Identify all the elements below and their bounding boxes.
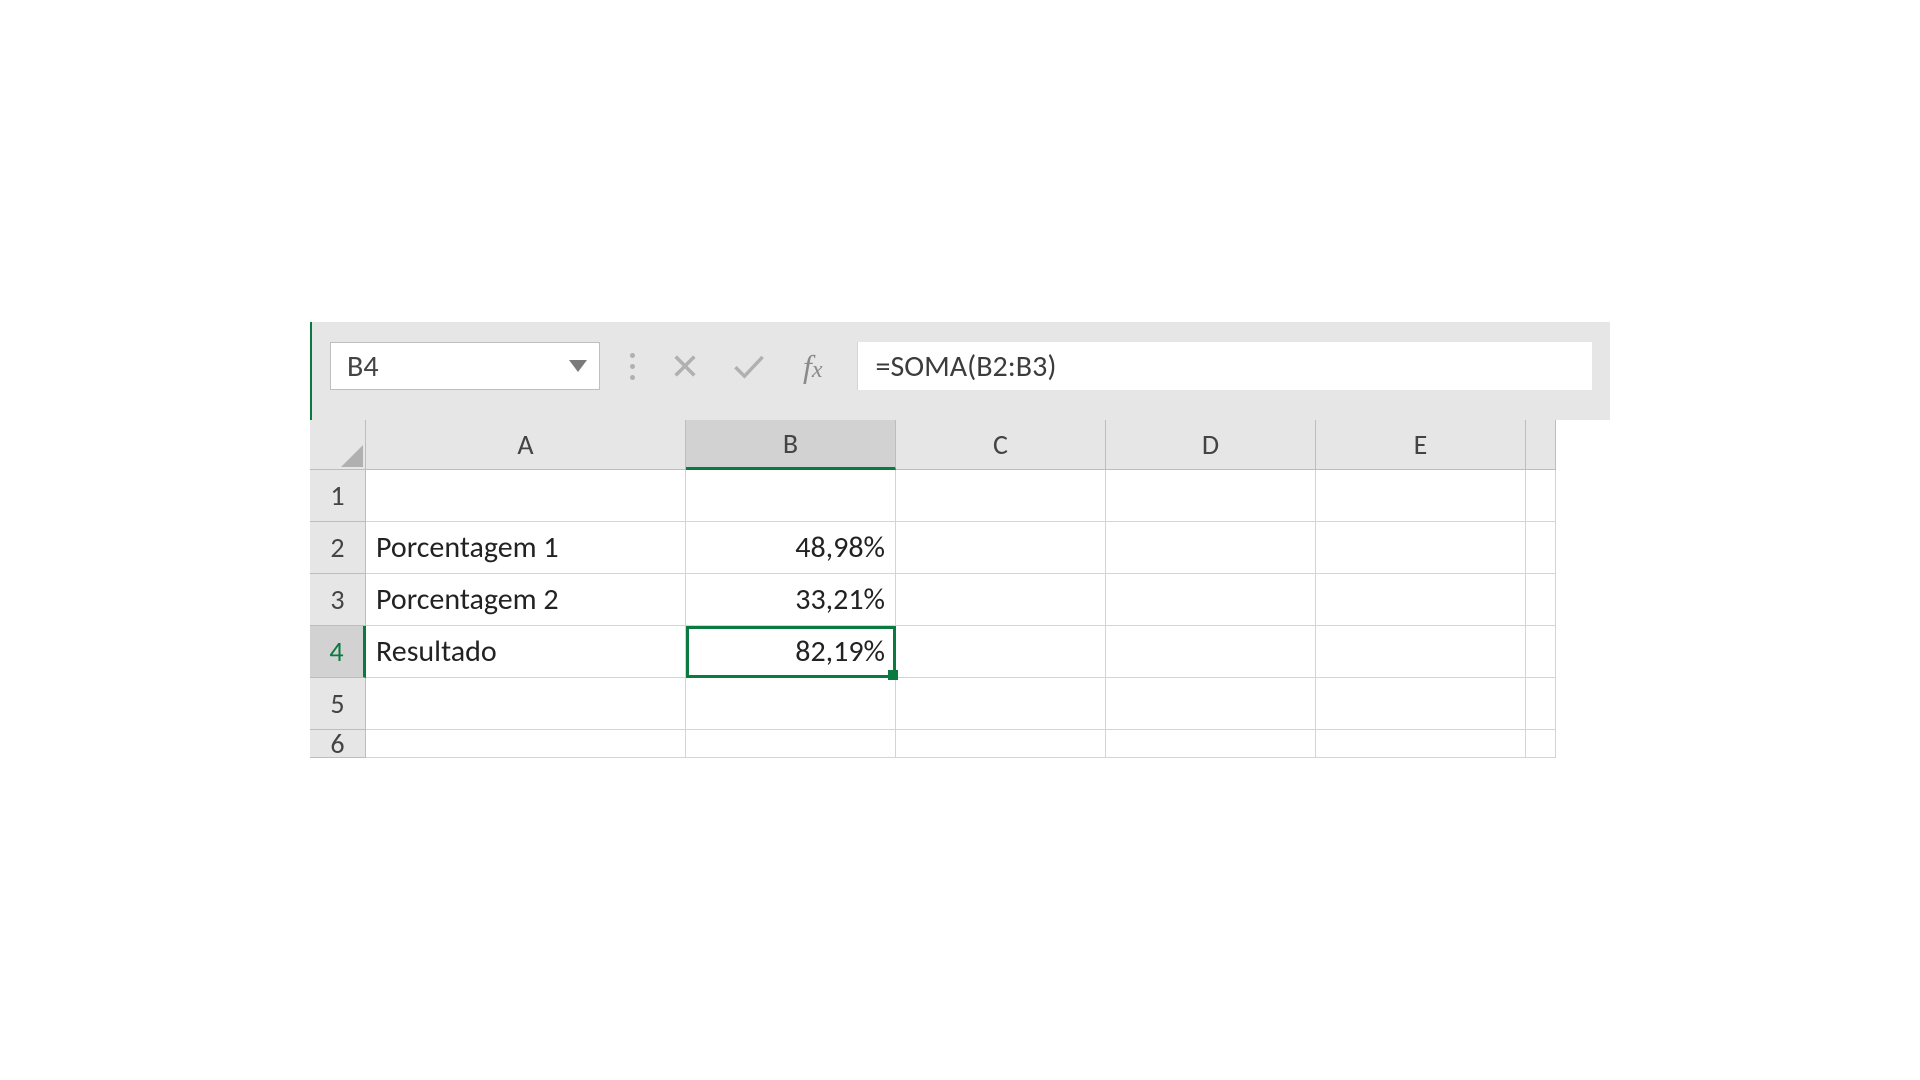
cell-a5[interactable] <box>366 678 686 730</box>
row-header-6[interactable]: 6 <box>310 730 366 758</box>
cell-b6[interactable] <box>686 730 896 758</box>
grid-row-5: 5 <box>310 678 1610 730</box>
cell-b5[interactable] <box>686 678 896 730</box>
grid-row-2: 2 Porcentagem 1 48,98% <box>310 522 1610 574</box>
cell-a3[interactable]: Porcentagem 2 <box>366 574 686 626</box>
cell-c3[interactable] <box>896 574 1106 626</box>
enter-formula-button[interactable] <box>729 348 769 384</box>
spreadsheet-viewport: B4 fx =SOMA(B2:B3) A B C D E <box>310 322 1610 758</box>
cell-b2[interactable]: 48,98% <box>686 522 896 574</box>
grid-row-6: 6 <box>310 730 1610 758</box>
cell-partial-6[interactable] <box>1526 730 1556 758</box>
cell-partial-4[interactable] <box>1526 626 1556 678</box>
row-header-3[interactable]: 3 <box>310 574 366 626</box>
formula-bar-drag-handle-icon[interactable] <box>624 353 641 380</box>
row-header-4[interactable]: 4 <box>310 626 366 678</box>
grid-row-1: 1 <box>310 470 1610 522</box>
cell-c4[interactable] <box>896 626 1106 678</box>
cell-a4[interactable]: Resultado <box>366 626 686 678</box>
cell-b4[interactable]: 82,19% <box>686 626 896 678</box>
cell-partial-1[interactable] <box>1526 470 1556 522</box>
cell-d5[interactable] <box>1106 678 1316 730</box>
grid-wrapper: A B C D E 1 2 Porcentagem 1 48,98% 3 <box>310 420 1610 758</box>
cell-partial-3[interactable] <box>1526 574 1556 626</box>
row-header-1[interactable]: 1 <box>310 470 366 522</box>
column-header-partial[interactable] <box>1526 420 1556 470</box>
cell-e3[interactable] <box>1316 574 1526 626</box>
cell-e2[interactable] <box>1316 522 1526 574</box>
formula-bar-area: B4 fx =SOMA(B2:B3) <box>310 322 1610 420</box>
cell-partial-5[interactable] <box>1526 678 1556 730</box>
select-all-button[interactable] <box>310 420 366 470</box>
column-header-d[interactable]: D <box>1106 420 1316 470</box>
cell-c2[interactable] <box>896 522 1106 574</box>
column-header-c[interactable]: C <box>896 420 1106 470</box>
name-box-value: B4 <box>347 348 379 385</box>
column-header-a[interactable]: A <box>366 420 686 470</box>
cell-a6[interactable] <box>366 730 686 758</box>
cell-b3[interactable]: 33,21% <box>686 574 896 626</box>
cell-c5[interactable] <box>896 678 1106 730</box>
cell-b1[interactable] <box>686 470 896 522</box>
column-header-e[interactable]: E <box>1316 420 1526 470</box>
cell-e1[interactable] <box>1316 470 1526 522</box>
cell-d4[interactable] <box>1106 626 1316 678</box>
column-header-b[interactable]: B <box>686 420 896 470</box>
chevron-down-icon[interactable] <box>569 360 587 372</box>
cell-a1[interactable] <box>366 470 686 522</box>
insert-function-button[interactable]: fx <box>793 348 833 385</box>
cell-e5[interactable] <box>1316 678 1526 730</box>
cell-d1[interactable] <box>1106 470 1316 522</box>
cell-partial-2[interactable] <box>1526 522 1556 574</box>
formula-input[interactable]: =SOMA(B2:B3) <box>857 342 1592 390</box>
name-box[interactable]: B4 <box>330 342 600 390</box>
formula-text: =SOMA(B2:B3) <box>876 348 1057 385</box>
cell-a2[interactable]: Porcentagem 1 <box>366 522 686 574</box>
cell-e6[interactable] <box>1316 730 1526 758</box>
cancel-formula-button[interactable] <box>665 348 705 384</box>
fx-icon: fx <box>803 348 823 384</box>
row-header-5[interactable]: 5 <box>310 678 366 730</box>
cell-d6[interactable] <box>1106 730 1316 758</box>
cell-c1[interactable] <box>896 470 1106 522</box>
row-header-2[interactable]: 2 <box>310 522 366 574</box>
cell-d3[interactable] <box>1106 574 1316 626</box>
cell-c6[interactable] <box>896 730 1106 758</box>
grid-row-4: 4 Resultado 82,19% <box>310 626 1610 678</box>
cell-e4[interactable] <box>1316 626 1526 678</box>
column-headers-row: A B C D E <box>310 420 1610 470</box>
cell-d2[interactable] <box>1106 522 1316 574</box>
grid-row-3: 3 Porcentagem 2 33,21% <box>310 574 1610 626</box>
